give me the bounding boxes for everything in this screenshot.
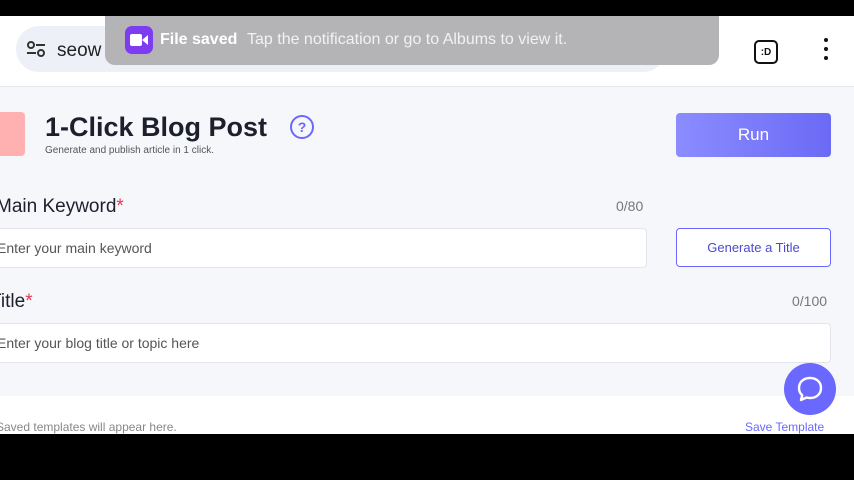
title-placeholder: Enter your blog title or topic here <box>0 335 200 351</box>
help-icon[interactable]: ? <box>290 115 314 139</box>
file-saved-notification[interactable]: File saved Tap the notification or go to… <box>105 16 719 65</box>
title-label: Title* <box>0 291 33 312</box>
page-subtitle: Generate and publish article in 1 click. <box>45 145 214 156</box>
main-keyword-counter: 0/80 <box>616 198 644 214</box>
document-icon <box>0 112 25 156</box>
main-keyword-placeholder: Enter your main keyword <box>0 240 152 256</box>
toast-message: Tap the notification or go to Albums to … <box>247 31 568 48</box>
more-menu-icon[interactable] <box>822 38 830 64</box>
main-keyword-label: Main Keyword* <box>0 196 124 217</box>
run-button[interactable]: Run <box>676 113 831 157</box>
toast-title: File saved <box>160 31 238 48</box>
save-template-link[interactable]: Save Template <box>745 420 824 434</box>
page-title: 1-Click Blog Post <box>45 112 268 142</box>
title-counter: 0/100 <box>792 293 828 309</box>
generate-title-button[interactable]: Generate a Title <box>676 228 831 267</box>
screen: seow :D File saved Tap the notification … <box>0 16 854 434</box>
chat-icon[interactable] <box>784 363 836 415</box>
main-keyword-input[interactable]: Enter your main keyword <box>0 228 647 268</box>
url-text[interactable]: seow <box>57 40 101 62</box>
site-settings-icon[interactable] <box>26 40 46 58</box>
title-input[interactable]: Enter your blog title or topic here <box>0 323 831 363</box>
saved-templates-note: Saved templates will appear here. <box>0 420 177 434</box>
video-camera-icon <box>125 26 153 54</box>
tab-switcher-button[interactable]: :D <box>754 40 778 64</box>
